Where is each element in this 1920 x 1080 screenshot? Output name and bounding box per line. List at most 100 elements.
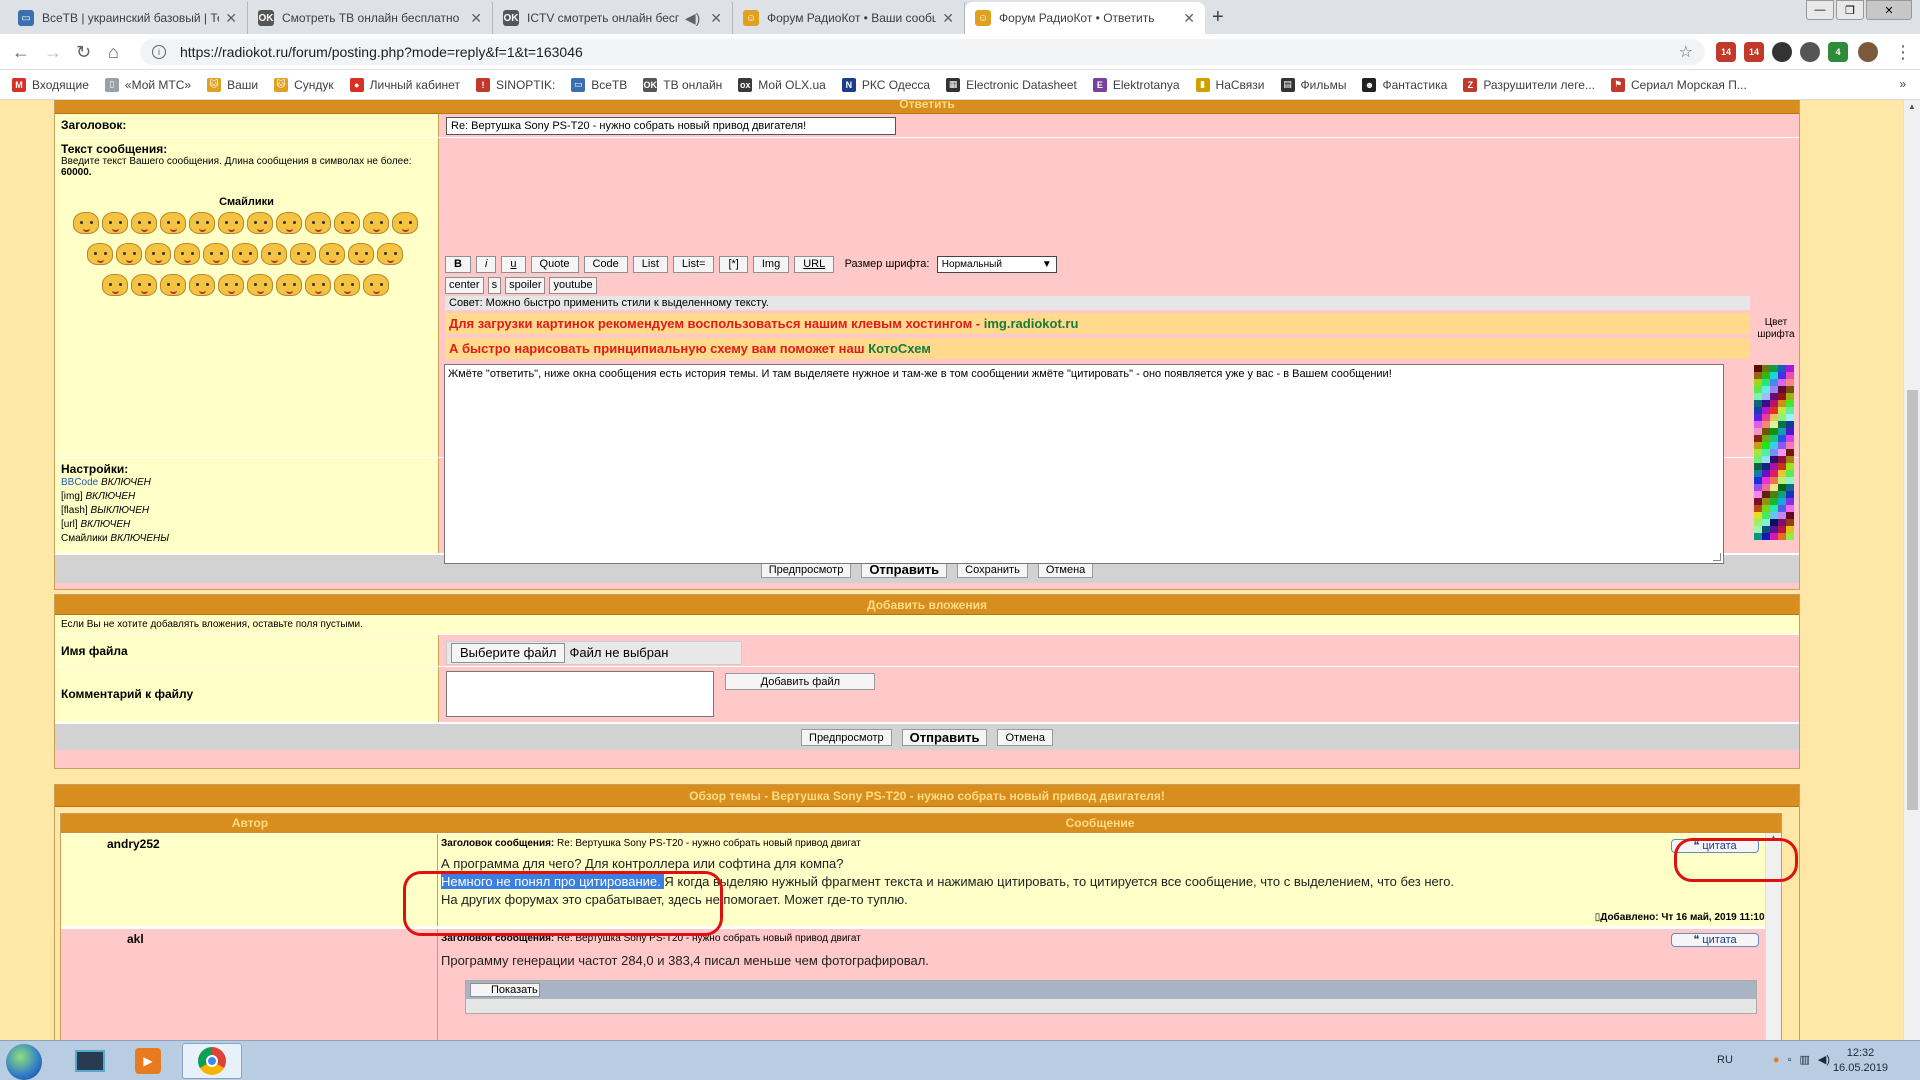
close-icon[interactable]: ✕ <box>470 10 482 27</box>
menu-icon[interactable]: ⋮ <box>1894 42 1912 63</box>
color-swatch[interactable] <box>1778 393 1786 400</box>
color-swatch[interactable] <box>1762 498 1770 505</box>
forward-icon[interactable]: → <box>44 42 62 63</box>
smiley-cat-icon[interactable] <box>72 212 99 234</box>
color-swatch[interactable] <box>1762 463 1770 470</box>
add-file-button[interactable]: Добавить файл <box>725 673 876 690</box>
color-swatch[interactable] <box>1754 428 1762 435</box>
bbcode-button[interactable]: Quote <box>530 256 579 273</box>
color-swatch[interactable] <box>1778 442 1786 449</box>
color-swatch[interactable] <box>1754 456 1762 463</box>
color-swatch[interactable] <box>1754 386 1762 393</box>
color-swatch[interactable] <box>1778 400 1786 407</box>
taskbar-app[interactable] <box>62 1043 118 1079</box>
bookmark-item[interactable]: ▦ Electronic Datasheet <box>946 77 1077 92</box>
color-swatch[interactable] <box>1754 379 1762 386</box>
smiley-cat-icon[interactable] <box>319 243 345 265</box>
bookmark-item[interactable]: OK ТВ онлайн <box>643 77 722 92</box>
smiley-cat-icon[interactable] <box>232 243 258 265</box>
extension-icon[interactable]: 4 <box>1828 42 1848 62</box>
show-spoiler-button[interactable]: Показать <box>470 983 540 997</box>
color-swatch[interactable] <box>1770 477 1778 484</box>
color-swatch[interactable] <box>1762 393 1770 400</box>
smiley-cat-icon[interactable] <box>217 212 244 234</box>
smiley-cat-icon[interactable] <box>130 274 157 296</box>
bbcode-button[interactable]: List= <box>672 256 715 273</box>
color-swatch[interactable] <box>1762 372 1770 379</box>
bookmark-item[interactable]: ● Личный кабинет <box>349 77 460 92</box>
color-swatch[interactable] <box>1762 442 1770 449</box>
bbcode-button[interactable]: spoiler <box>505 277 546 294</box>
color-swatch[interactable] <box>1778 526 1786 533</box>
bookmark-item[interactable]: ▭ ВсеТВ <box>571 77 627 92</box>
clock[interactable]: 12:32 16.05.2019 <box>1833 1046 1888 1076</box>
color-swatch[interactable] <box>1786 519 1794 526</box>
bbcode-button[interactable]: Img <box>752 256 790 273</box>
smiley-cat-icon[interactable] <box>362 274 389 296</box>
color-swatch[interactable] <box>1754 477 1762 484</box>
close-window-icon[interactable]: ✕ <box>1866 0 1912 20</box>
bbcode-button[interactable]: center <box>445 277 484 294</box>
color-swatch[interactable] <box>1786 533 1794 540</box>
color-swatch[interactable] <box>1786 498 1794 505</box>
color-swatch[interactable] <box>1754 519 1762 526</box>
color-swatch[interactable] <box>1762 456 1770 463</box>
color-swatch[interactable] <box>1754 505 1762 512</box>
browser-tab[interactable]: OK ICTV смотреть онлайн бесп ◀) ✕ <box>493 2 733 34</box>
color-swatch[interactable] <box>1762 414 1770 421</box>
info-icon[interactable]: i <box>152 45 166 59</box>
color-swatch[interactable] <box>1786 484 1794 491</box>
color-swatch[interactable] <box>1754 407 1762 414</box>
color-swatch[interactable] <box>1778 533 1786 540</box>
message-textarea[interactable]: Жмёте "ответить", ниже окна сообщения ес… <box>444 364 1724 564</box>
smiley-cat-icon[interactable] <box>391 212 418 234</box>
bookmark-item[interactable]: ▯ «Мой МТС» <box>104 77 191 92</box>
color-swatch[interactable] <box>1754 365 1762 372</box>
color-swatch[interactable] <box>1754 512 1762 519</box>
smiley-cat-icon[interactable] <box>290 243 316 265</box>
color-swatch[interactable] <box>1770 449 1778 456</box>
color-swatch[interactable] <box>1786 407 1794 414</box>
cancel-button[interactable]: Отмена <box>997 728 1053 746</box>
color-swatch[interactable] <box>1786 526 1794 533</box>
bookmark-item[interactable]: ⚑ Сериал Морская П... <box>1610 77 1747 92</box>
language-indicator[interactable]: RU <box>1717 1054 1733 1066</box>
color-swatch[interactable] <box>1778 421 1786 428</box>
color-swatch[interactable] <box>1778 372 1786 379</box>
bbcode-button[interactable]: URL <box>794 256 835 273</box>
smiley-cat-icon[interactable] <box>246 212 273 234</box>
color-swatch[interactable] <box>1778 365 1786 372</box>
color-swatch[interactable] <box>1778 435 1786 442</box>
color-swatch[interactable] <box>1786 435 1794 442</box>
color-palette[interactable] <box>1754 365 1794 540</box>
new-tab-icon[interactable]: + <box>1212 6 1224 29</box>
back-icon[interactable]: ← <box>12 42 30 63</box>
tray-icon[interactable]: ▫ <box>1788 1054 1792 1066</box>
color-swatch[interactable] <box>1786 393 1794 400</box>
color-swatch[interactable] <box>1762 428 1770 435</box>
tray-icon[interactable]: ● <box>1773 1054 1780 1066</box>
bbcode-button[interactable]: [*] <box>719 256 748 273</box>
subject-input[interactable] <box>446 117 896 135</box>
color-swatch[interactable] <box>1762 449 1770 456</box>
color-swatch[interactable] <box>1762 533 1770 540</box>
color-swatch[interactable] <box>1754 533 1762 540</box>
color-swatch[interactable] <box>1778 463 1786 470</box>
color-swatch[interactable] <box>1770 365 1778 372</box>
color-swatch[interactable] <box>1770 435 1778 442</box>
color-swatch[interactable] <box>1762 484 1770 491</box>
more-bookmarks-icon[interactable]: » <box>1899 77 1906 91</box>
color-swatch[interactable] <box>1786 372 1794 379</box>
color-swatch[interactable] <box>1754 372 1762 379</box>
color-swatch[interactable] <box>1770 526 1778 533</box>
close-icon[interactable]: ✕ <box>1183 10 1195 27</box>
color-swatch[interactable] <box>1786 449 1794 456</box>
color-swatch[interactable] <box>1786 365 1794 372</box>
color-swatch[interactable] <box>1770 456 1778 463</box>
color-swatch[interactable] <box>1786 414 1794 421</box>
color-swatch[interactable] <box>1778 470 1786 477</box>
kotoschem-link[interactable]: КотоСхем <box>868 341 931 356</box>
color-swatch[interactable] <box>1770 491 1778 498</box>
scroll-up-icon[interactable]: ▲ <box>1908 102 1916 111</box>
speaker-icon[interactable]: ◀) <box>685 10 700 27</box>
